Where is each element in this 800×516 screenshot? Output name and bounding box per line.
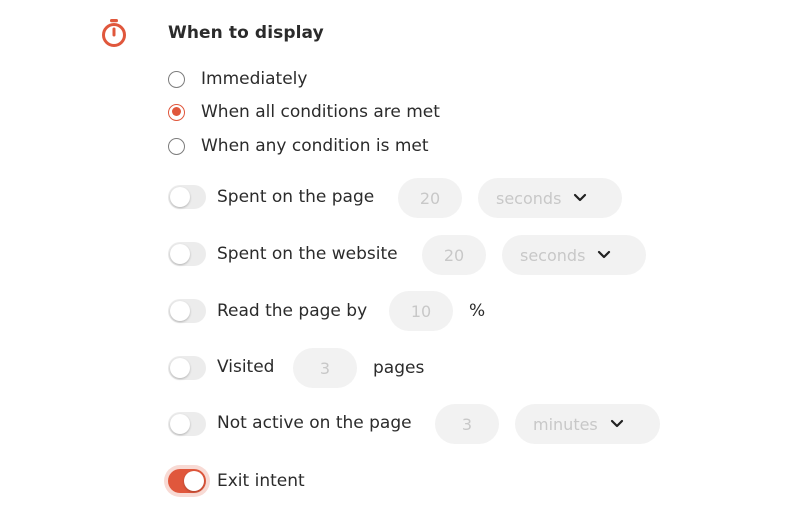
visited-pages-input[interactable] xyxy=(293,348,357,388)
radio-immediately[interactable]: Immediately xyxy=(168,67,307,91)
toggle-knob xyxy=(170,187,190,207)
toggle-knob xyxy=(170,301,190,321)
chevron-down-icon xyxy=(610,419,623,428)
radio-button-selected[interactable] xyxy=(168,103,185,121)
inactive-minutes-input[interactable] xyxy=(435,404,499,444)
read-percent-input[interactable] xyxy=(389,291,453,331)
condition-label: Read the page by xyxy=(217,301,368,321)
toggle-spent-on-website[interactable] xyxy=(168,242,206,266)
seconds-on-website-input[interactable] xyxy=(422,235,486,275)
section-title: When to display xyxy=(168,23,324,43)
unit-value: seconds xyxy=(496,188,562,208)
unit-select-website[interactable]: seconds xyxy=(502,235,646,275)
chevron-down-icon xyxy=(598,250,611,259)
unit-select-page[interactable]: seconds xyxy=(478,178,622,218)
radio-all-conditions[interactable]: When all conditions are met xyxy=(168,100,440,124)
toggle-visited[interactable] xyxy=(168,356,206,380)
condition-label: Spent on the page xyxy=(217,187,375,207)
seconds-on-page-input[interactable] xyxy=(398,178,462,218)
timer-icon xyxy=(102,19,126,47)
radio-any-condition[interactable]: When any condition is met xyxy=(168,134,429,158)
chevron-down-icon xyxy=(574,193,587,202)
radio-button[interactable] xyxy=(168,70,185,88)
toggle-knob xyxy=(170,358,190,378)
condition-label: Exit intent xyxy=(217,471,305,491)
toggle-knob xyxy=(184,471,204,491)
radio-label: When any condition is met xyxy=(201,136,429,156)
condition-label: Spent on the website xyxy=(217,244,398,264)
percent-suffix: % xyxy=(469,301,486,321)
toggle-spent-on-page[interactable] xyxy=(168,185,206,209)
unit-select-inactive[interactable]: minutes xyxy=(515,404,660,444)
radio-label: Immediately xyxy=(201,69,308,89)
toggle-read-page[interactable] xyxy=(168,299,206,323)
condition-label: Not active on the page xyxy=(217,413,412,433)
condition-label: Visited xyxy=(217,357,275,377)
toggle-knob xyxy=(170,414,190,434)
toggle-exit-intent[interactable] xyxy=(168,469,206,493)
unit-value: minutes xyxy=(533,414,598,434)
toggle-not-active[interactable] xyxy=(168,412,206,436)
toggle-knob xyxy=(170,244,190,264)
pages-suffix: pages xyxy=(373,358,425,378)
radio-label: When all conditions are met xyxy=(201,102,440,122)
radio-button[interactable] xyxy=(168,137,185,155)
unit-value: seconds xyxy=(520,245,586,265)
